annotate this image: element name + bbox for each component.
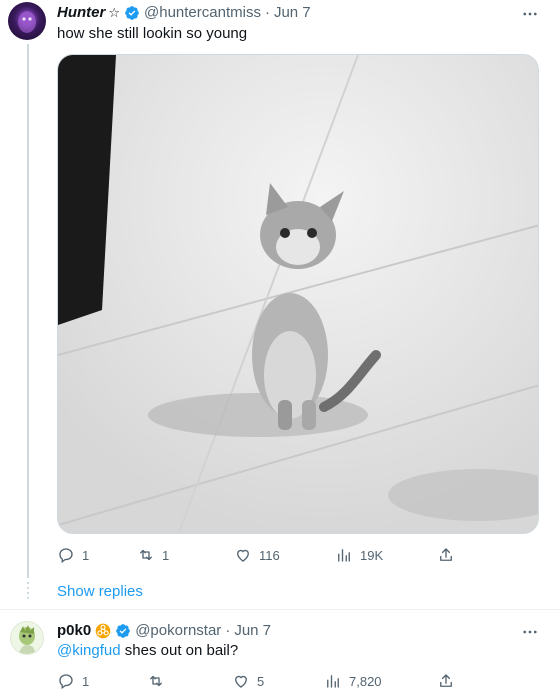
view-count: 7,820 xyxy=(349,673,382,689)
retweet-icon xyxy=(140,549,152,561)
reply-body: shes out on bail? xyxy=(120,642,239,659)
share-icon xyxy=(440,548,452,561)
tweet-header: Hunter ☆ @huntercantmiss · Jun 7 xyxy=(57,4,311,21)
heart-icon xyxy=(237,549,249,562)
thread-line xyxy=(27,44,29,578)
like-count: 5 xyxy=(257,673,265,689)
bar-chart-icon xyxy=(338,549,350,562)
avatar[interactable] xyxy=(8,2,46,40)
verified-badge-icon[interactable] xyxy=(124,5,140,21)
share-icon xyxy=(440,674,452,687)
thread-dots xyxy=(27,582,29,602)
more-options-button[interactable] xyxy=(518,622,542,642)
like-button[interactable]: 116 xyxy=(234,546,280,564)
reply-actions: 1 5 7,820 xyxy=(57,672,487,691)
reply-icon xyxy=(59,548,73,564)
retweet-button[interactable]: 1 xyxy=(137,546,169,564)
more-dots-icon xyxy=(523,12,537,16)
handle[interactable]: @pokornstar xyxy=(135,622,221,639)
heart-icon xyxy=(235,675,247,688)
tweet-header: p0k0 @pokornstar · Jun 7 xyxy=(57,622,271,639)
retweet-count: 1 xyxy=(162,547,170,563)
reply-icon xyxy=(59,674,73,690)
handle[interactable]: @huntercantmiss xyxy=(144,4,261,21)
reply-count: 1 xyxy=(82,547,90,563)
kitten-photo-icon xyxy=(58,55,538,533)
retweet-icon xyxy=(150,675,162,687)
separator: · xyxy=(264,4,270,21)
tweet-media[interactable] xyxy=(57,54,539,534)
retweet-button[interactable] xyxy=(147,672,172,690)
cartoon-avatar-icon xyxy=(18,625,37,654)
views-button[interactable]: 7,820 xyxy=(324,672,382,690)
mention-link[interactable]: @kingfud xyxy=(57,642,121,659)
show-replies-link[interactable]: Show replies xyxy=(57,583,143,600)
star-icon: ☆ xyxy=(108,4,120,20)
timestamp[interactable]: Jun 7 xyxy=(234,622,271,639)
tweet-text: how she still lookin so young xyxy=(57,25,248,42)
avatar[interactable] xyxy=(10,621,44,655)
display-name[interactable]: p0k0 xyxy=(57,622,91,639)
like-button[interactable]: 5 xyxy=(232,672,264,690)
reply-button[interactable]: 1 xyxy=(57,672,89,690)
reply-button[interactable]: 1 xyxy=(57,546,89,564)
bar-chart-icon xyxy=(327,675,339,688)
timestamp[interactable]: Jun 7 xyxy=(274,4,311,21)
more-options-button[interactable] xyxy=(518,4,542,24)
share-button[interactable] xyxy=(437,546,455,564)
more-dots-icon xyxy=(523,630,537,634)
divider xyxy=(0,609,560,610)
biohazard-badge-icon xyxy=(95,623,111,638)
reply-text: @kingfud shes out on bail? xyxy=(57,641,238,661)
views-button[interactable]: 19K xyxy=(335,546,383,564)
separator: · xyxy=(225,622,231,639)
display-name[interactable]: Hunter xyxy=(57,4,105,21)
dark-purple-avatar-icon xyxy=(18,11,36,33)
verified-badge-icon[interactable] xyxy=(115,623,131,639)
share-button[interactable] xyxy=(437,672,455,690)
view-count: 19K xyxy=(360,547,384,563)
tweet-actions: 1 1 116 19K xyxy=(57,546,487,568)
like-count: 116 xyxy=(259,547,280,563)
reply-count: 1 xyxy=(82,673,90,689)
